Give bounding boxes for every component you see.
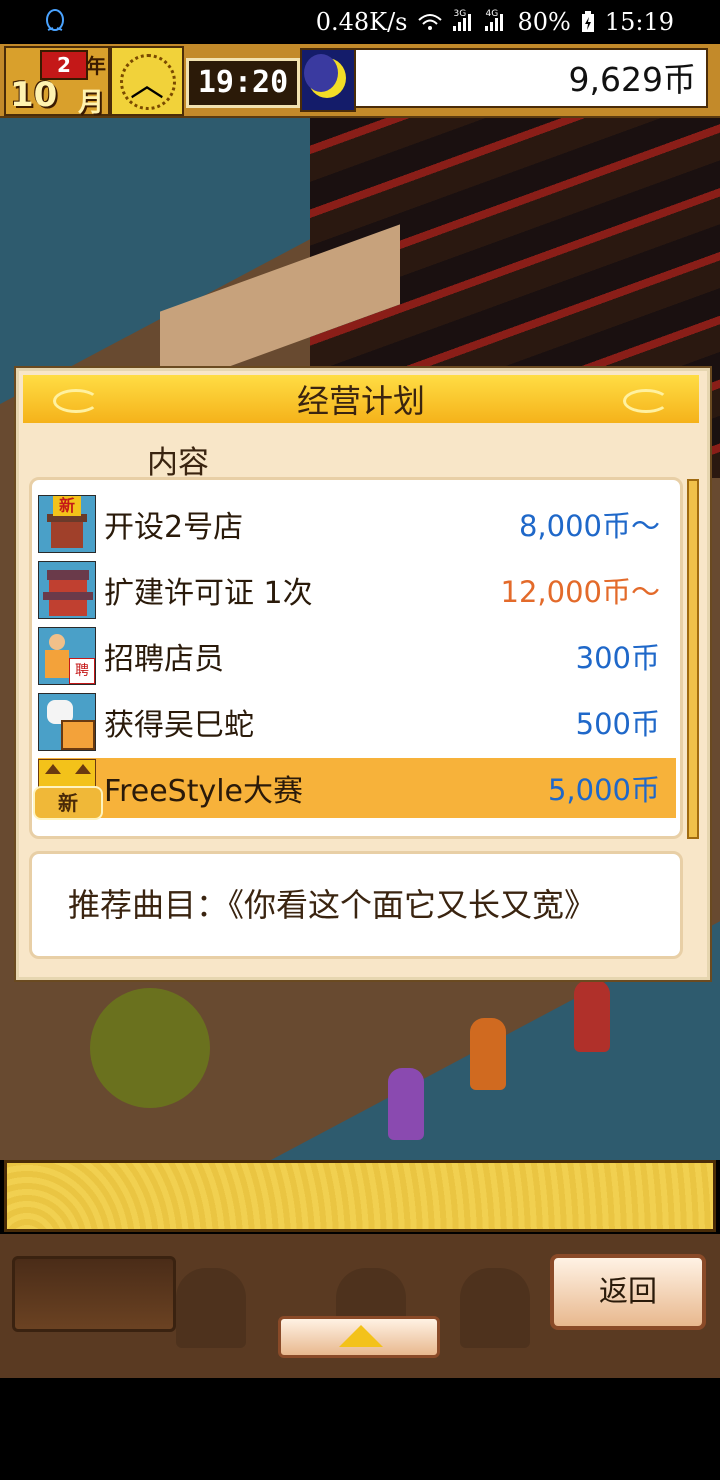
status-bar: 0.48K/s 3G 4G 80% 15:19 [0, 0, 720, 44]
item-price: 5,000币 [547, 773, 660, 807]
month-number: 10 [10, 75, 58, 115]
game-top-bar: 2 年 10 月 ︿ 19:20 9,629币 [0, 44, 720, 118]
speed-toggle-button[interactable]: ︿ [110, 46, 184, 116]
npc-character[interactable] [470, 1018, 506, 1090]
back-button[interactable]: 返回 [550, 1254, 706, 1330]
item-price: 300币 [575, 641, 660, 675]
battery-level: 80% [517, 8, 571, 36]
bottom-panel: 返回 [0, 1234, 720, 1378]
plan-list: 新 开设2号店 8,000币～ 扩建许可证 1次 12,000币～ 聘 招聘店员… [29, 477, 683, 839]
item-label: 开设2号店 [104, 510, 244, 545]
list-scrollbar[interactable] [687, 479, 699, 839]
npc-character[interactable] [574, 980, 610, 1052]
triangle-up-icon [339, 1325, 383, 1347]
npc-character[interactable] [388, 1068, 424, 1140]
message-bar [4, 1160, 716, 1232]
swirl-ornament-icon [623, 389, 669, 413]
money-display: 9,629币 [354, 48, 708, 108]
dialog-title: 经营计划 [296, 382, 425, 420]
expansion-building-icon [38, 561, 96, 619]
date-display: 2 年 10 月 [4, 46, 110, 118]
item-price: 500币 [575, 707, 660, 741]
clock: 15:19 [604, 8, 674, 36]
new-badge: 新 [33, 786, 103, 820]
item-price: 12,000币～ [500, 575, 660, 609]
item-label: 获得吴巳蛇 [104, 708, 254, 743]
wifi-icon [418, 14, 443, 30]
qq-notification-icon [46, 9, 64, 31]
list-item[interactable]: 新 开设2号店 8,000币～ [38, 494, 676, 554]
dialog-title-bar: 经营计划 [23, 375, 699, 423]
signal-3g-icon: 3G [453, 9, 475, 31]
night-moon-icon [300, 48, 356, 112]
scene-tree [90, 988, 210, 1108]
net-speed: 0.48K/s [315, 8, 408, 36]
battery-icon [581, 11, 594, 32]
new-shop-icon: 新 [38, 495, 96, 553]
signal-4g-icon: 4G [485, 9, 507, 31]
list-item[interactable]: 获得吴巳蛇 500币 [38, 692, 676, 752]
recommend-song-box: 推荐曲目：《你看这个面它又长又宽》 [29, 851, 683, 959]
contest-icon: 新 [33, 759, 103, 820]
hire-staff-icon: 聘 [38, 627, 96, 685]
item-label: FreeStyle大赛 [104, 774, 304, 809]
business-plan-dialog: 经营计划 内容 新 开设2号店 8,000币～ 扩建许可证 1次 12,000币… [16, 368, 710, 980]
list-item[interactable]: 扩建许可证 1次 12,000币～ [38, 560, 676, 620]
month-label: 月 [78, 88, 105, 118]
list-item-selected[interactable]: 新 FreeStyle大赛 5,000币 [33, 758, 676, 820]
year-label: 年 [86, 54, 106, 78]
list-item[interactable]: 聘 招聘店员 300币 [38, 626, 676, 686]
item-price: 8,000币～ [518, 509, 660, 543]
expand-menu-button[interactable] [278, 1316, 440, 1358]
background-silhouette-icon [176, 1268, 246, 1348]
item-label: 扩建许可证 1次 [104, 576, 313, 611]
clock-ring-icon [120, 54, 176, 110]
swirl-ornament-icon [53, 389, 99, 413]
item-label: 招聘店员 [104, 642, 224, 677]
get-character-icon [38, 693, 96, 751]
game-time: 19:20 [186, 58, 300, 108]
column-header-content: 内容 [147, 445, 209, 481]
empty-slot-button[interactable] [12, 1256, 176, 1332]
status-right: 0.48K/s 3G 4G 80% 15:19 [316, 8, 674, 36]
background-silhouette-icon [460, 1268, 530, 1348]
